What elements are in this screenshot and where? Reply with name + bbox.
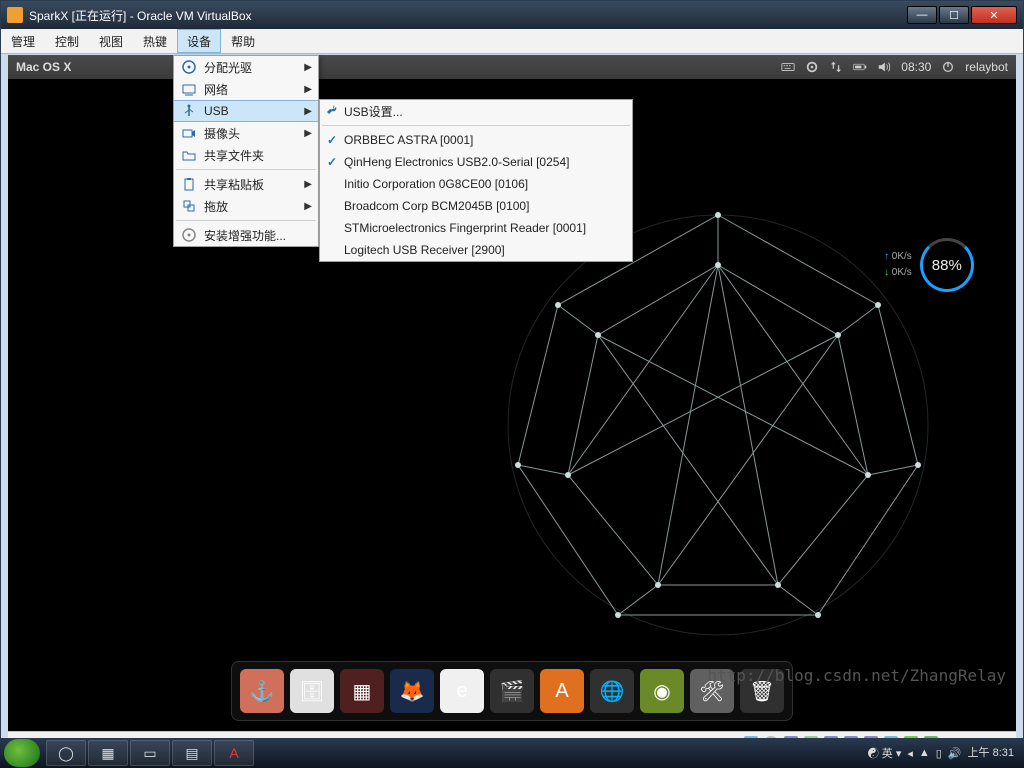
taskbar-pdf[interactable]: A — [214, 740, 254, 766]
usb-device[interactable]: Initio Corporation 0G8CE00 [0106] — [320, 173, 632, 195]
titlebar: SparkX [正在运行] - Oracle VM VirtualBox — ☐… — [1, 1, 1023, 29]
chevron-right-icon: ▶ — [304, 62, 312, 73]
guest-user[interactable]: relaybot — [965, 60, 1008, 74]
devices-item-folder[interactable]: 共享文件夹 — [174, 144, 318, 166]
tray-net-icon[interactable]: ▯ — [936, 747, 942, 760]
dock-evince[interactable]: e — [440, 669, 484, 713]
menu-热键[interactable]: 热键 — [133, 29, 177, 53]
dock-files[interactable]: 🗄 — [290, 669, 334, 713]
minimize-button[interactable]: — — [907, 6, 937, 24]
dock-workspaces[interactable]: ▦ — [340, 669, 384, 713]
chevron-right-icon: ▶ — [304, 128, 312, 139]
guest-clock[interactable]: 08:30 — [901, 60, 931, 74]
net-up: 0K/s — [892, 251, 912, 262]
watermark-text: http://blog.csdn.net/ZhangRelay — [707, 666, 1006, 685]
devices-menu: 分配光驱▶网络▶USB▶摄像头▶共享文件夹共享粘贴板▶拖放▶ 安装增强功能... — [173, 55, 319, 247]
start-button[interactable] — [4, 739, 40, 767]
usb-icon — [178, 103, 200, 119]
window-title: SparkX [正在运行] - Oracle VM VirtualBox — [29, 7, 252, 24]
menu-视图[interactable]: 视图 — [89, 29, 133, 53]
dock-anchor[interactable]: ⚓ — [240, 669, 284, 713]
usb-device[interactable]: ✓ORBBEC ASTRA [0001] — [320, 129, 632, 151]
disc-icon — [178, 59, 200, 75]
usb-settings[interactable]: USB设置... — [320, 100, 632, 122]
dock-ubuntu[interactable]: ◉ — [640, 669, 684, 713]
systray: ☯ 英 ▾ ◂ ▲ ▯ 🔊 上午 8:31 — [868, 745, 1020, 761]
taskbar-virtualbox[interactable]: ▦ — [88, 740, 128, 766]
devices-item-clip[interactable]: 共享粘贴板▶ — [174, 173, 318, 195]
usb-device[interactable]: STMicroelectronics Fingerprint Reader [0… — [320, 217, 632, 239]
close-button[interactable]: ✕ — [971, 6, 1017, 24]
windows-taskbar: ◯ ▦ ▭ ▤ A ☯ 英 ▾ ◂ ▲ ▯ 🔊 上午 8:31 — [0, 738, 1024, 768]
taskbar-calc[interactable]: ▤ — [172, 740, 212, 766]
usb-device[interactable]: ✓QinHeng Electronics USB2.0-Serial [0254… — [320, 151, 632, 173]
menubar: 管理控制视图热键设备帮助 — [1, 29, 1023, 54]
net-down: 0K/s — [892, 267, 912, 278]
keyboard-icon[interactable] — [781, 60, 795, 74]
maximize-button[interactable]: ☐ — [939, 6, 969, 24]
chevron-right-icon: ▶ — [304, 201, 312, 212]
battery-icon[interactable] — [853, 60, 867, 74]
check-icon: ✓ — [320, 155, 344, 169]
virtualbox-window: SparkX [正在运行] - Oracle VM VirtualBox — ☐… — [0, 0, 1024, 768]
cam-icon — [178, 125, 200, 141]
menu-设备[interactable]: 设备 — [177, 29, 221, 53]
devices-item-disc2[interactable]: 安装增强功能... — [174, 224, 318, 246]
gear-icon[interactable] — [805, 60, 819, 74]
menu-管理[interactable]: 管理 — [1, 29, 45, 53]
taskbar-clock[interactable]: 上午 8:31 — [968, 747, 1014, 759]
ime-indicator[interactable]: ☯ 英 ▾ — [868, 745, 902, 761]
dock-media[interactable]: 🎬 — [490, 669, 534, 713]
power-icon[interactable] — [941, 60, 955, 74]
folder-icon — [178, 147, 200, 163]
chevron-right-icon: ▶ — [304, 179, 312, 190]
virtualbox-icon — [7, 7, 23, 23]
guest-top-panel: Mac OS X 08:30 relaybot — [8, 55, 1016, 79]
disc2-icon — [178, 227, 200, 243]
tray-vol-icon[interactable]: 🔊 — [948, 747, 962, 760]
devices-item-disc[interactable]: 分配光驱▶ — [174, 56, 318, 78]
network-widget: ↑ 0K/s ↓ 0K/s 88% — [884, 235, 1004, 295]
check-icon: ✓ — [320, 133, 344, 147]
dock-software[interactable]: A — [540, 669, 584, 713]
volume-icon[interactable] — [877, 60, 891, 74]
usb-device[interactable]: Broadcom Corp BCM2045B [0100] — [320, 195, 632, 217]
menu-帮助[interactable]: 帮助 — [221, 29, 265, 53]
updown-icon[interactable] — [829, 60, 843, 74]
clip-icon — [178, 176, 200, 192]
taskbar-chrome[interactable]: ◯ — [46, 740, 86, 766]
devices-item-cam[interactable]: 摄像头▶ — [174, 122, 318, 144]
dock-browser2[interactable]: 🌐 — [590, 669, 634, 713]
guest-tray: 08:30 relaybot — [781, 60, 1008, 74]
dock-firefox[interactable]: 🦊 — [390, 669, 434, 713]
taskbar-explorer[interactable]: ▭ — [130, 740, 170, 766]
devices-item-usb[interactable]: USB▶ — [174, 100, 318, 122]
chevron-right-icon: ▶ — [304, 106, 312, 117]
drag-icon — [178, 198, 200, 214]
devices-item-drag[interactable]: 拖放▶ — [174, 195, 318, 217]
wrench-icon — [320, 102, 344, 121]
tray-flag-icon[interactable]: ▲ — [919, 747, 930, 759]
guest-app-title[interactable]: Mac OS X — [16, 60, 71, 74]
tray-chevron-icon[interactable]: ◂ — [907, 747, 913, 760]
menu-控制[interactable]: 控制 — [45, 29, 89, 53]
devices-item-net[interactable]: 网络▶ — [174, 78, 318, 100]
net-ring: 88% — [920, 238, 974, 292]
usb-submenu: USB设置... ✓ORBBEC ASTRA [0001]✓QinHeng Ele… — [319, 99, 633, 262]
chevron-right-icon: ▶ — [304, 84, 312, 95]
usb-device[interactable]: Logitech USB Receiver [2900] — [320, 239, 632, 261]
net-icon — [178, 81, 200, 97]
